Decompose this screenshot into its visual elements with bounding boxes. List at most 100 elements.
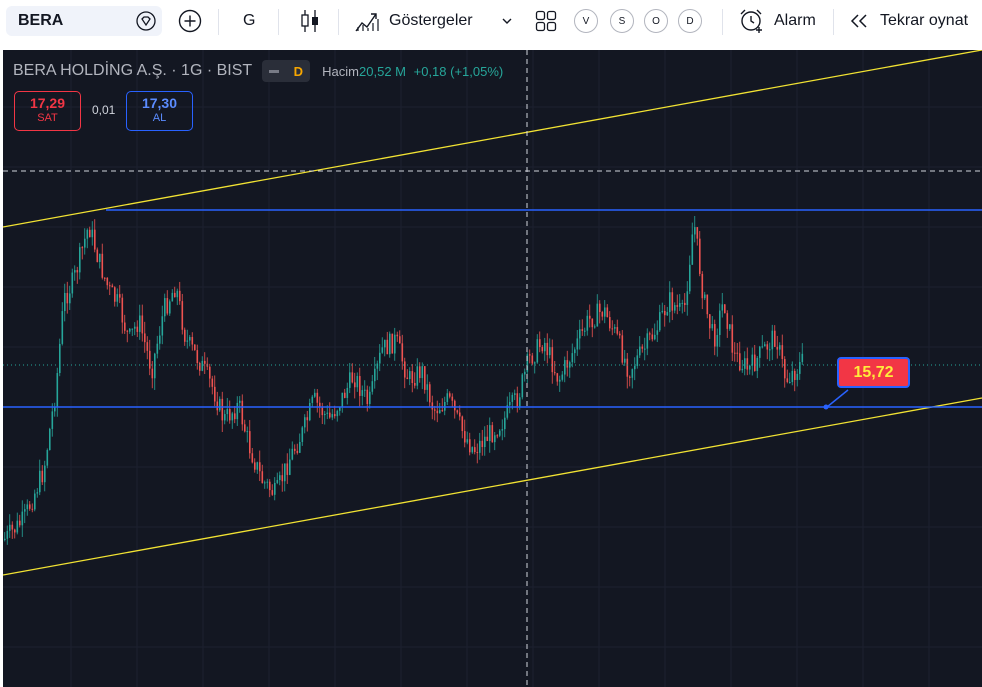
candle-body <box>676 305 679 307</box>
candle-body <box>511 394 514 402</box>
candle-body <box>251 453 254 463</box>
candle-body <box>226 409 229 415</box>
candle-body <box>774 330 776 347</box>
price-callout[interactable]: 15,72 <box>837 357 910 388</box>
candle-body <box>356 376 359 388</box>
candle-body <box>689 264 691 292</box>
price-label-anchor[interactable] <box>823 404 829 410</box>
indicators-button[interactable]: Göstergeler <box>354 6 473 36</box>
circle-button-v[interactable]: V <box>574 6 598 36</box>
buy-button[interactable]: 17,30 AL <box>126 91 193 131</box>
candle-body <box>339 407 341 411</box>
candle-body <box>691 234 694 265</box>
candle-body <box>476 452 479 454</box>
candle-body <box>394 334 396 354</box>
alarm-label: Alarm <box>774 12 816 29</box>
candle-body <box>19 520 21 526</box>
candle-body <box>124 322 126 331</box>
candle-body <box>719 310 721 335</box>
candle-body <box>381 347 384 353</box>
candle-body <box>46 450 49 466</box>
candle-body <box>694 227 696 235</box>
candle-body <box>669 292 671 313</box>
candle-body <box>331 414 334 418</box>
candle-body <box>566 360 569 368</box>
candle-body <box>144 333 146 343</box>
candle-body <box>239 400 241 403</box>
candle-body <box>221 398 224 421</box>
interval-button[interactable]: G <box>243 6 255 36</box>
candle-body <box>169 301 171 314</box>
chart-type-button[interactable] <box>298 6 322 36</box>
volume-info: Hacim20,52 M +0,18 (+1,05%) <box>322 64 503 79</box>
candle-body <box>629 376 631 378</box>
circle-button-d[interactable]: D <box>678 6 702 36</box>
candle-body <box>714 324 716 347</box>
candle-body <box>709 314 711 329</box>
candle-body <box>359 376 361 396</box>
candle-body <box>771 330 774 350</box>
price-chart[interactable] <box>3 50 982 687</box>
circle-button-s[interactable]: S <box>610 6 634 36</box>
layouts-button[interactable] <box>534 6 558 36</box>
interval-label: G <box>243 12 256 29</box>
candle-body <box>746 358 749 370</box>
candle-body <box>229 409 231 421</box>
candle-body <box>389 333 391 355</box>
candle-body <box>99 253 101 263</box>
grid-icon <box>535 10 557 32</box>
replay-button[interactable]: Tekrar oynat <box>848 6 968 36</box>
candle-body <box>281 475 284 482</box>
candle-body <box>664 310 666 316</box>
candle-body <box>656 330 659 335</box>
candle-body <box>91 229 94 238</box>
candle-body <box>349 372 351 388</box>
candle-body <box>311 396 314 403</box>
candle-body <box>489 425 491 442</box>
candle-body <box>426 384 429 390</box>
indicators-dropdown[interactable] <box>500 6 514 36</box>
candle-body <box>264 482 266 484</box>
candle-body <box>411 371 414 383</box>
candle-body <box>306 417 309 421</box>
candle-body <box>639 346 641 356</box>
candle-body <box>484 436 486 448</box>
candle-body <box>299 441 301 453</box>
diamond-icon[interactable] <box>136 11 156 31</box>
candle-body <box>161 316 164 336</box>
rewind-icon <box>850 14 867 28</box>
chart-legend: BERA HOLDİNG A.Ş. · 1G · BIST D Hacim20,… <box>13 60 503 82</box>
candle-body <box>246 431 249 433</box>
candle-body <box>534 362 536 364</box>
alarm-clock-icon <box>740 9 762 33</box>
sell-button[interactable]: 17,29 SAT <box>14 91 81 131</box>
candle-body <box>219 398 221 411</box>
candle-body <box>344 392 346 398</box>
candle-body <box>464 431 466 443</box>
sell-label: SAT <box>37 112 58 124</box>
candle-body <box>269 481 271 491</box>
candle-body <box>794 370 796 380</box>
chart-area[interactable]: BERA HOLDİNG A.Ş. · 1G · BIST D Hacim20,… <box>3 50 982 687</box>
candle-body <box>599 303 601 313</box>
candle-body <box>74 270 76 273</box>
candle-body <box>736 352 739 354</box>
candle-body <box>449 393 451 397</box>
candle-body <box>621 335 624 363</box>
badge-letter: D <box>293 63 303 79</box>
replay-label: Tekrar oynat <box>880 12 969 29</box>
candle-body <box>559 379 561 382</box>
candle-body <box>109 285 111 287</box>
add-symbol-button[interactable] <box>178 6 202 36</box>
candle-body <box>41 470 44 483</box>
symbol-search[interactable]: BERA <box>6 6 162 36</box>
circle-button-o[interactable]: O <box>644 6 668 36</box>
candle-body <box>216 401 219 411</box>
candle-body <box>551 347 554 373</box>
candle-body <box>64 292 66 312</box>
candle-body <box>556 373 559 382</box>
alarm-button[interactable]: Alarm <box>738 6 816 36</box>
data-badge[interactable]: D <box>262 60 311 82</box>
candle-body <box>274 482 276 495</box>
buy-price: 17,30 <box>141 95 178 111</box>
